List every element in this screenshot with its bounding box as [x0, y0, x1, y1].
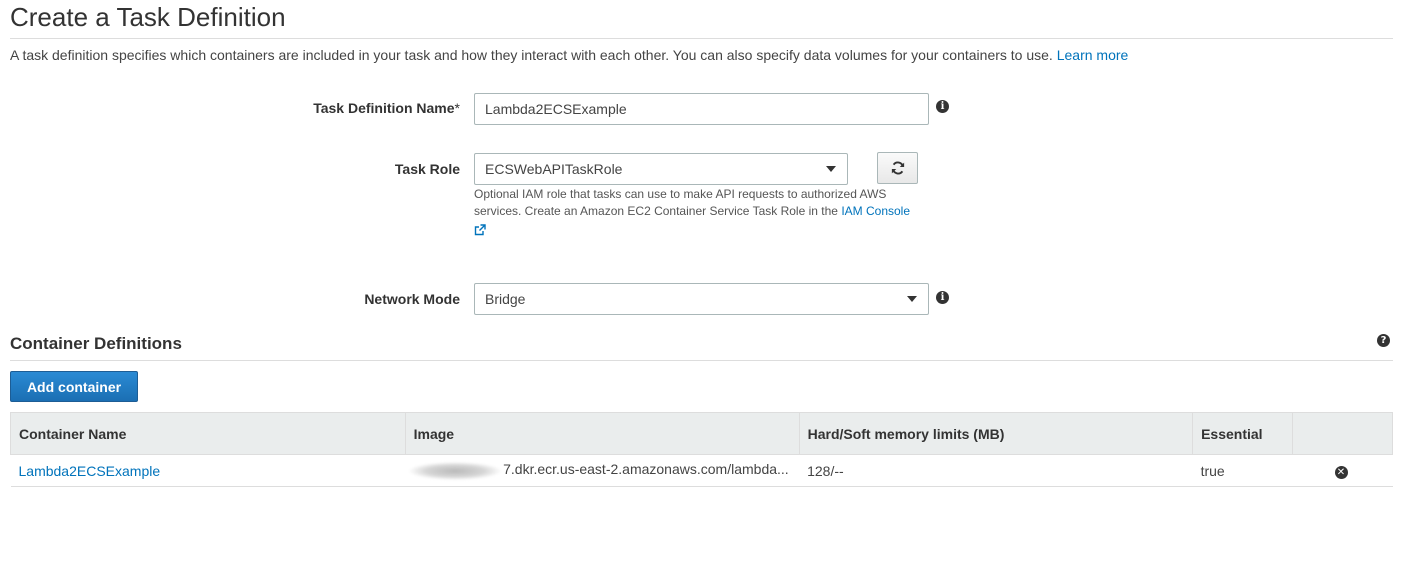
- info-icon[interactable]: i: [936, 291, 949, 304]
- learn-more-link[interactable]: Learn more: [1057, 47, 1129, 63]
- task-def-name-input[interactable]: [474, 93, 929, 125]
- column-header-image[interactable]: Image: [404, 412, 800, 455]
- remove-icon[interactable]: ✕: [1334, 466, 1348, 479]
- container-definitions-title: Container Definitions: [10, 334, 182, 353]
- network-mode-select[interactable]: Bridge: [474, 283, 929, 315]
- cell-actions: ✕: [1292, 454, 1393, 487]
- caret-down-icon: [907, 296, 917, 302]
- task-role-help: Optional IAM role that tasks can use to …: [474, 186, 924, 237]
- help-icon[interactable]: ?: [1377, 334, 1390, 347]
- redacted-account-id: [409, 461, 502, 480]
- column-header-essential[interactable]: Essential: [1192, 412, 1294, 455]
- network-mode-label: Network Mode: [364, 291, 460, 307]
- info-icon[interactable]: i: [936, 100, 949, 113]
- task-def-name-label-text: Task Definition Name: [313, 100, 455, 116]
- container-name-link[interactable]: Lambda2ECSExample: [19, 463, 161, 479]
- refresh-icon: [891, 161, 904, 175]
- cell-memory: 128/--: [799, 454, 1193, 487]
- table-header-row: Container Name Image Hard/Soft memory li…: [10, 412, 1393, 455]
- caret-down-icon: [826, 166, 836, 172]
- page-intro: A task definition specifies which contai…: [10, 47, 1128, 63]
- column-header-actions: [1292, 412, 1393, 455]
- column-header-container-name[interactable]: Container Name: [10, 412, 406, 455]
- task-role-select[interactable]: ECSWebAPITaskRole: [474, 153, 848, 185]
- column-header-memory[interactable]: Hard/Soft memory limits (MB): [798, 412, 1194, 455]
- task-def-name-label: Task Definition Name*: [313, 100, 460, 116]
- task-role-help-text: Optional IAM role that tasks can use to …: [474, 187, 887, 218]
- required-mark: *: [454, 100, 460, 116]
- image-uri: 7.dkr.ecr.us-east-2.amazonaws.com/lambda…: [503, 461, 789, 478]
- external-link-icon[interactable]: [474, 224, 486, 236]
- page-title: Create a Task Definition: [10, 2, 286, 32]
- cell-image: 7.dkr.ecr.us-east-2.amazonaws.com/lambda…: [405, 454, 800, 487]
- container-table: Container Name Image Hard/Soft memory li…: [10, 412, 1393, 487]
- title-divider: [10, 38, 1393, 39]
- task-role-value: ECSWebAPITaskRole: [485, 161, 623, 177]
- cell-essential: true: [1192, 454, 1293, 487]
- add-container-button[interactable]: Add container: [10, 371, 138, 402]
- section-divider: [10, 360, 1393, 361]
- task-role-label: Task Role: [394, 161, 460, 177]
- iam-console-link[interactable]: IAM Console: [841, 204, 910, 218]
- network-mode-value: Bridge: [485, 291, 526, 307]
- cell-container-name: Lambda2ECSExample: [10, 454, 406, 487]
- intro-text: A task definition specifies which contai…: [10, 47, 1053, 63]
- refresh-button[interactable]: [877, 152, 918, 184]
- table-row: Lambda2ECSExample 7.dkr.ecr.us-east-2.am…: [10, 454, 1393, 487]
